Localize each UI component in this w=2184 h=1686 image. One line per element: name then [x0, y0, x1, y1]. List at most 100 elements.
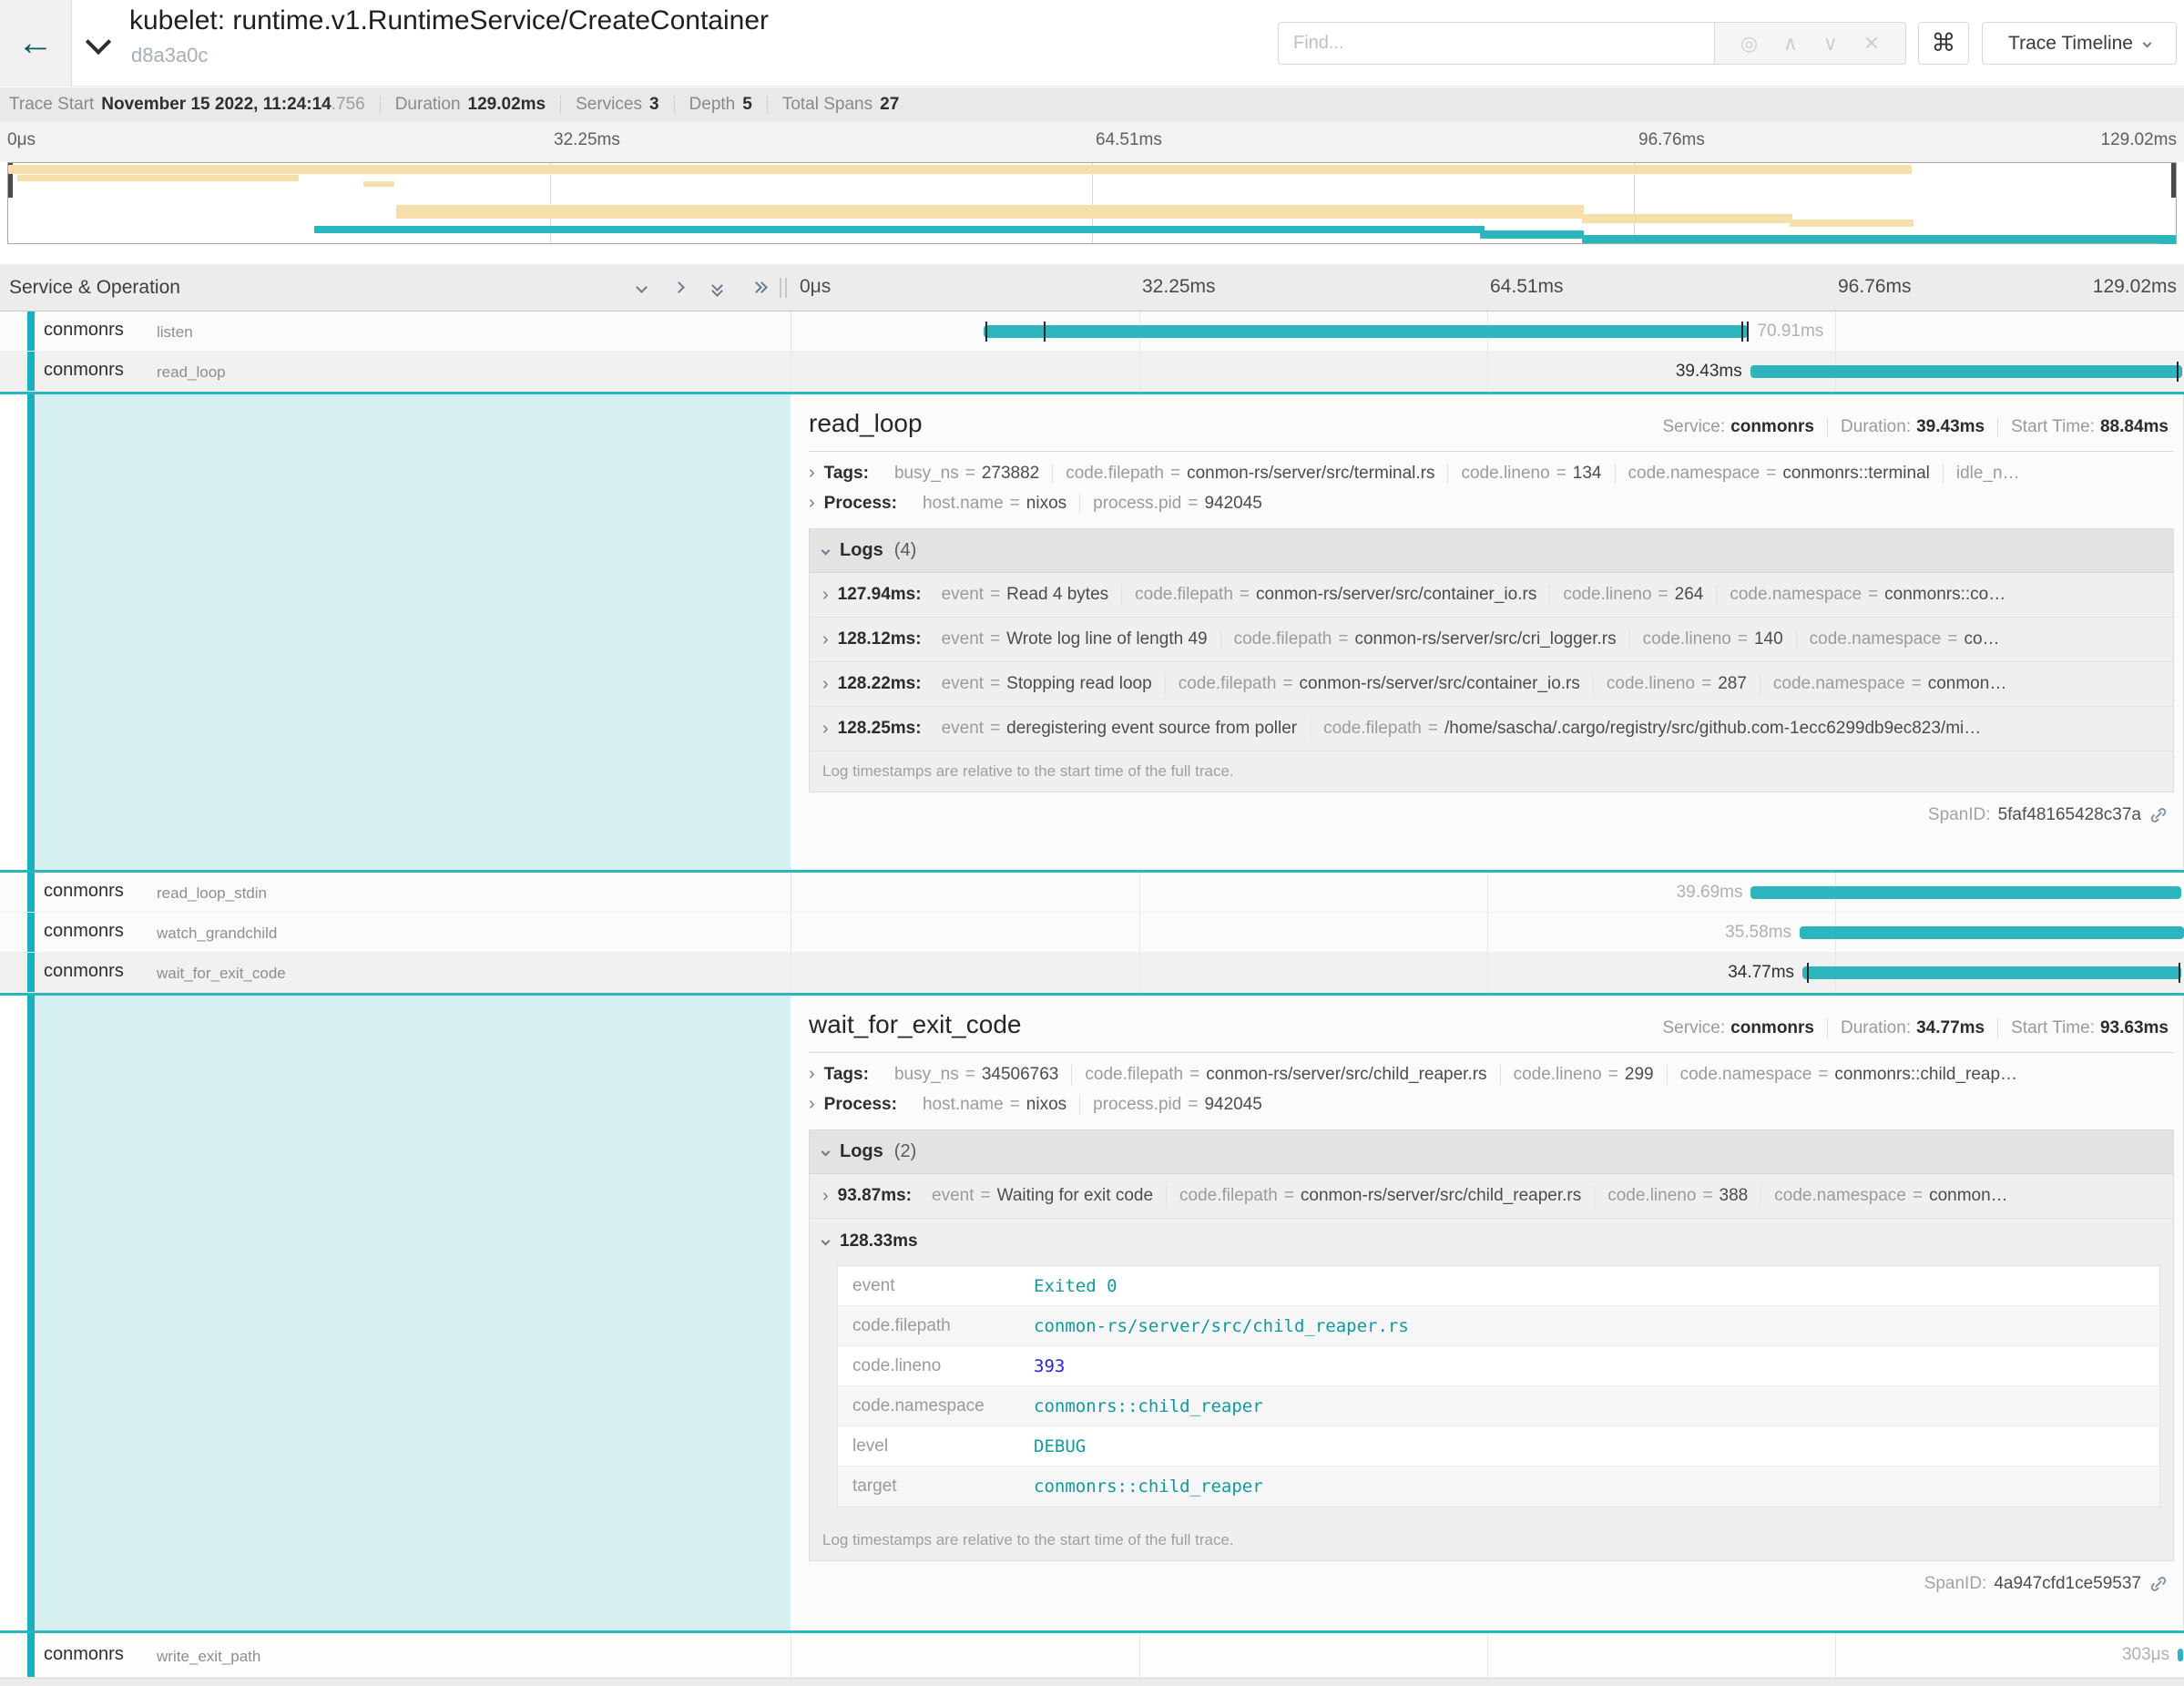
span-duration-bar[interactable]	[984, 325, 1748, 338]
service-color-stripe	[27, 953, 35, 992]
service-name: conmonrs	[44, 921, 124, 942]
span-bar-track[interactable]: 34.77ms	[791, 953, 2184, 992]
trace-title-chevron-down-icon[interactable]	[86, 29, 111, 55]
start-time-value: 93.63ms	[2100, 1018, 2169, 1038]
span-detail-title: wait_for_exit_code	[809, 1010, 1021, 1039]
span-row-read-loop[interactable]: conmonrs read_loop 39.43ms	[0, 352, 2184, 392]
chevron-down-icon	[2143, 39, 2152, 48]
duration-value: 39.43ms	[1916, 417, 1985, 437]
log-entry[interactable]: › 128.25ms: event=deregistering event so…	[810, 707, 2173, 751]
ruler-tick: 32.25ms	[554, 130, 620, 150]
log-entry[interactable]: › 93.87ms: event=Waiting for exit code c…	[810, 1174, 2173, 1219]
span-row-read-loop-stdin[interactable]: conmonrs read_loop_stdin 39.69ms	[0, 873, 2184, 913]
span-duration-label: 39.69ms	[1677, 883, 1743, 903]
span-duration-bar[interactable]	[2178, 1649, 2183, 1661]
chevron-right-icon: ›	[822, 719, 829, 740]
match-target-icon[interactable]: ◎	[1740, 32, 1758, 56]
log-field: code.namespace=conmon…	[1760, 674, 2019, 694]
span-row-watch-grandchild[interactable]: conmonrs watch_grandchild 35.58ms	[0, 913, 2184, 953]
log-entry-expanded[interactable]: 128.33ms	[810, 1219, 2173, 1263]
process-chip: host.name=nixos	[910, 1095, 1080, 1115]
collapse-one-icon[interactable]	[636, 281, 648, 293]
tag-chip: code.filepath=conmon-rs/server/src/child…	[1072, 1065, 1500, 1085]
total-spans-value: 27	[880, 95, 899, 115]
span-bar-track[interactable]: 39.69ms	[791, 873, 2184, 912]
span-bar-track[interactable]: 303μs	[791, 1633, 2184, 1677]
minimap-span-bar	[1480, 230, 1584, 239]
tags-row[interactable]: › Tags: busy_ns=273882 code.filepath=con…	[809, 463, 2174, 484]
span-duration-bar[interactable]	[1800, 926, 2184, 939]
log-field: code.namespace=conmonrs::co…	[1717, 585, 2018, 605]
minimap-right-drag-handle[interactable]	[2171, 163, 2176, 198]
minimap-span-bar	[17, 175, 299, 181]
copy-link-icon[interactable]	[2148, 805, 2169, 825]
trace-id: d8a3a0c	[131, 44, 208, 67]
command-icon: ⌘	[1932, 29, 1956, 57]
ruler-tick: 96.76ms	[1838, 276, 1912, 298]
operation-name: listen	[157, 323, 193, 342]
minimap-span-bar	[396, 205, 1584, 219]
process-row[interactable]: › Process: host.name=nixos process.pid=9…	[809, 493, 2174, 514]
span-id-row: SpanID: 4a947cfd1ce59537	[809, 1574, 2169, 1594]
log-field-row: targetconmonrs::child_reaper	[838, 1466, 2159, 1507]
trace-start-value: November 15 2022, 11:24:14.756	[101, 95, 364, 115]
column-resizer-handle[interactable]	[780, 278, 787, 298]
minimap-span-bar	[8, 165, 1912, 174]
operation-name: read_loop	[157, 363, 226, 382]
back-button[interactable]: ←	[0, 0, 72, 87]
divider	[380, 96, 381, 114]
keyboard-shortcuts-button[interactable]: ⌘	[1918, 22, 1969, 65]
log-field-row: eventExited 0	[838, 1266, 2159, 1306]
view-selector-button[interactable]: Trace Timeline	[1982, 22, 2177, 65]
divider	[767, 96, 768, 114]
tag-chip: code.lineno=299	[1501, 1065, 1668, 1085]
tags-row[interactable]: › Tags: busy_ns=34506763 code.filepath=c…	[809, 1064, 2174, 1085]
collapse-all-icon[interactable]	[712, 281, 723, 294]
expand-one-icon[interactable]	[673, 281, 685, 293]
trace-timeline-page: ← kubelet: runtime.v1.RuntimeService/Cre…	[0, 0, 2184, 1686]
copy-link-icon[interactable]	[2148, 1574, 2169, 1594]
start-time-label: Start Time:	[2011, 417, 2095, 437]
span-row-listen[interactable]: conmonrs listen 70.91ms	[0, 312, 2184, 352]
log-entry[interactable]: › 128.12ms: event=Wrote log line of leng…	[810, 618, 2173, 662]
span-duration-bar[interactable]	[1750, 886, 2180, 899]
expand-all-icon[interactable]	[752, 281, 763, 294]
clear-search-icon[interactable]: ✕	[1863, 32, 1880, 56]
find-input[interactable]	[1278, 22, 1715, 65]
span-row-wait-for-exit-code[interactable]: conmonrs wait_for_exit_code 34.77ms	[0, 953, 2184, 993]
span-bar-track[interactable]: 70.91ms	[791, 312, 2184, 351]
chevron-right-icon: ›	[822, 674, 829, 695]
service-color-stripe	[27, 312, 35, 351]
span-duration-bar[interactable]	[1802, 966, 2181, 979]
logs-header[interactable]: Logs (4)	[810, 529, 2173, 573]
ruler-tick: 96.76ms	[1638, 130, 1705, 150]
log-field: event=deregistering event source from po…	[929, 719, 1311, 739]
operation-name: watch_grandchild	[157, 925, 277, 943]
span-row-write-exit-path[interactable]: conmonrs write_exit_path 303μs	[0, 1633, 2184, 1678]
prev-match-icon[interactable]: ∧	[1783, 32, 1798, 56]
log-marker-tick	[1741, 322, 1743, 342]
log-entry[interactable]: › 128.22ms: event=Stopping read loop cod…	[810, 662, 2173, 707]
log-field: code.lineno=388	[1595, 1186, 1761, 1206]
logs-header[interactable]: Logs (2)	[810, 1130, 2173, 1174]
divider	[809, 451, 2174, 452]
log-entry[interactable]: › 127.94ms: event=Read 4 bytes code.file…	[810, 573, 2173, 618]
span-duration-bar[interactable]	[1750, 365, 2182, 378]
span-bar-track[interactable]: 39.43ms	[791, 352, 2184, 391]
process-chip: process.pid=942045	[1080, 494, 1275, 514]
span-detail-panel: wait_for_exit_code Service:conmonrs Dura…	[791, 996, 2184, 1630]
span-bar-track[interactable]: 35.58ms	[791, 913, 2184, 952]
log-field-row: levelDEBUG	[838, 1426, 2159, 1466]
span-duration-label: 70.91ms	[1757, 322, 1823, 342]
service-color-stripe	[27, 873, 35, 912]
duration-value: 34.77ms	[1916, 1018, 1985, 1038]
process-row[interactable]: › Process: host.name=nixos process.pid=9…	[809, 1094, 2174, 1115]
divider	[560, 96, 561, 114]
log-marker-tick	[1044, 322, 1046, 342]
log-field: code.filepath=conmon-rs/server/src/conta…	[1122, 585, 1550, 605]
service-value: conmonrs	[1730, 1018, 1814, 1038]
trace-minimap[interactable]	[7, 162, 2177, 244]
next-match-icon[interactable]: ∨	[1823, 32, 1838, 56]
divider	[1827, 417, 1828, 437]
ruler-tick: 64.51ms	[1490, 276, 1564, 298]
